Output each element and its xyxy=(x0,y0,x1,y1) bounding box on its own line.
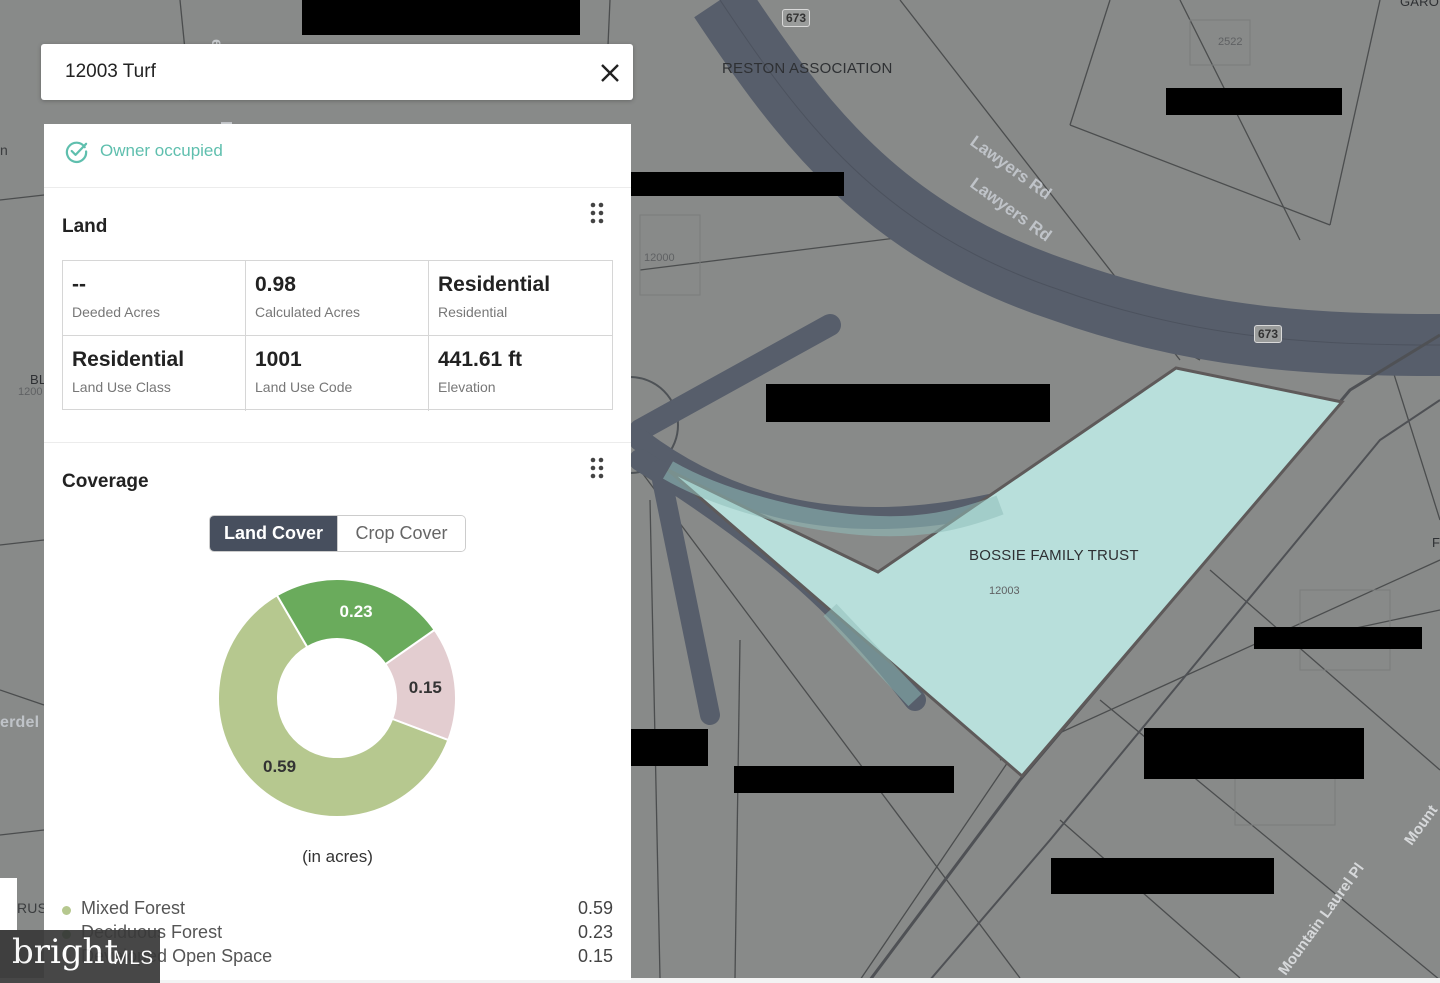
label-reston-association: RESTON ASSOCIATION xyxy=(722,60,893,77)
legend-value: 0.15 xyxy=(577,946,613,966)
donut-data-label: 0.23 xyxy=(340,602,373,621)
legend-value: 0.59 xyxy=(577,898,613,918)
land-cell-value: 441.61 ft xyxy=(438,348,523,371)
land-cell-elevation: 441.61 ft Elevation xyxy=(429,336,612,411)
land-section-title: Land xyxy=(62,216,108,237)
redaction-bar xyxy=(1254,627,1422,649)
land-cell-label: Land Use Class xyxy=(72,379,171,395)
donut-data-label: 0.59 xyxy=(263,757,296,776)
legend-item: Mixed Forest 0.59 xyxy=(62,898,613,920)
redaction-bar xyxy=(1144,728,1364,779)
owner-status: Owner occupied xyxy=(100,141,223,160)
check-circle-icon xyxy=(65,141,88,163)
redaction-bar xyxy=(734,766,954,793)
drag-handle-icon[interactable] xyxy=(590,457,604,479)
label-bossie-family-trust: BOSSIE FAMILY TRUST xyxy=(969,547,1139,564)
land-cell-value: 1001 xyxy=(255,348,302,371)
coverage-toggle: Land Cover Crop Cover xyxy=(209,515,466,552)
land-cell-value: Residential xyxy=(72,348,185,371)
edge-label-1: n xyxy=(0,142,8,158)
edge-label-5: RUS xyxy=(17,900,48,916)
left-edge-panel xyxy=(0,878,17,930)
edge-label-3: 1200 xyxy=(18,386,43,398)
bright-mls-watermark: bright MLS xyxy=(0,930,160,983)
redaction-bar xyxy=(630,729,708,766)
land-cell-land-use-class: Residential Land Use Class xyxy=(63,336,246,411)
redaction-bar xyxy=(1051,858,1274,894)
watermark-brand: bright xyxy=(12,932,119,972)
tab-land-cover[interactable]: Land Cover xyxy=(210,516,337,551)
edge-label-top-right: GARO xyxy=(1400,0,1440,9)
search-box xyxy=(41,44,633,100)
land-cell-land-use-code: 1001 Land Use Code xyxy=(246,336,429,411)
edge-label-4: erdel xyxy=(0,714,40,731)
redaction-bar xyxy=(630,172,844,196)
legend-dot xyxy=(62,906,71,915)
drag-handle-icon[interactable] xyxy=(590,202,604,224)
donut-data-label: 0.15 xyxy=(409,678,442,697)
land-cell-value: -- xyxy=(72,273,86,296)
land-cell-label: Residential xyxy=(438,304,508,320)
close-icon xyxy=(601,64,619,82)
land-cell-label: Deeded Acres xyxy=(72,304,160,320)
land-cell-label: Elevation xyxy=(438,379,496,395)
search-input[interactable] xyxy=(65,60,545,84)
land-cell-value: 0.98 xyxy=(255,273,296,296)
coverage-section-title: Coverage xyxy=(62,471,149,492)
redaction-bar xyxy=(302,0,580,35)
section-divider xyxy=(44,442,631,443)
land-table: -- Deeded Acres 0.98 Calculated Acres Re… xyxy=(62,260,613,411)
edge-label-right: F xyxy=(1432,535,1440,550)
land-cell-residential: Residential Residential xyxy=(429,261,612,336)
land-cell-calculated-acres: 0.98 Calculated Acres xyxy=(246,261,429,336)
label-parcel-12000: 12000 xyxy=(644,252,675,264)
tab-crop-cover[interactable]: Crop Cover xyxy=(337,516,465,551)
land-cell-label: Land Use Code xyxy=(255,379,353,395)
owner-status-row: Owner occupied xyxy=(44,124,631,188)
redaction-bar xyxy=(766,384,1050,422)
coverage-donut-chart: 0.15 0.59 0.23 xyxy=(217,578,457,818)
legend-value: 0.23 xyxy=(577,922,613,942)
land-cell-deeded-acres: -- Deeded Acres xyxy=(63,261,246,336)
land-cell-value: Residential xyxy=(438,273,551,296)
land-cell-label: Calculated Acres xyxy=(255,304,361,320)
label-parcel-12003: 12003 xyxy=(989,585,1020,597)
chart-unit-note: (in acres) xyxy=(302,847,373,866)
legend-name: Mixed Forest xyxy=(81,898,186,918)
selected-parcel[interactable] xyxy=(667,366,1345,779)
label-parcel-2522: 2522 xyxy=(1218,36,1243,48)
route-shield-673-a: 673 xyxy=(782,9,811,27)
route-shield-673-b: 673 xyxy=(1254,325,1283,343)
close-button[interactable] xyxy=(597,60,623,86)
property-panel: Owner occupied Land -- Deeded Acres 0.98… xyxy=(44,124,631,980)
redaction-bar xyxy=(1166,88,1342,115)
watermark-suffix: MLS xyxy=(113,948,154,969)
